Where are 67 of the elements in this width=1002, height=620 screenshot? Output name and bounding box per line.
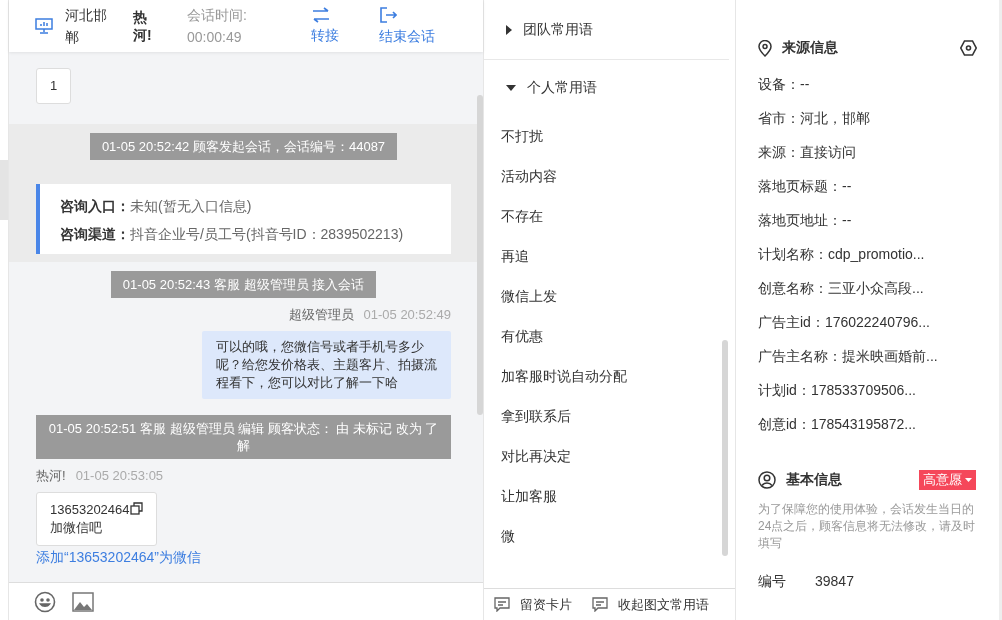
card-value: 抖音企业号/员工号(抖音号ID：2839502213) [130, 226, 404, 242]
info-field: 计划名称：cdp_promotio... [758, 237, 977, 271]
card-value: 未知(暂无入口信息) [130, 198, 252, 214]
info-field: 落地页地址：-- [758, 203, 977, 237]
info-field: 广告主名称：提米映画婚前... [758, 339, 977, 373]
copy-icon[interactable] [129, 502, 143, 515]
info-field: 设备：-- [758, 67, 977, 101]
field-label: 编号 [758, 572, 787, 591]
customer-name: 热河! [133, 8, 153, 44]
info-field: 创意id：178543195872... [758, 407, 977, 441]
scrollbar[interactable] [722, 340, 728, 556]
phrase-item[interactable]: 对比再决定 [484, 436, 729, 476]
phrase-item[interactable]: 再追 [484, 236, 729, 276]
duration-label: 会话时间: [187, 6, 248, 25]
section-title: 基本信息 [786, 471, 842, 489]
info-field: 省市：河北，邯郸 [758, 101, 977, 135]
info-field: 广告主id：176022240796... [758, 305, 977, 339]
notice-text: 为了保障您的使用体验，会话发生当日的24点之后，顾客信息将无法修改，请及时填写 [758, 501, 977, 552]
message-bubble: 可以的哦，您微信号或者手机号多少呢？给您发价格表、主题客片、拍摄流程看下，您可以对比了解一下哈 [202, 331, 451, 399]
intent-tag-dropdown[interactable]: 高意愿 [919, 470, 976, 490]
scrollbar[interactable] [477, 95, 483, 415]
footer-button[interactable]: 留资卡片 [494, 595, 572, 614]
message-time: 01-05 20:53:05 [75, 467, 164, 485]
phrase-item[interactable]: 微 [484, 516, 729, 556]
phrase-item[interactable]: 拿到联系后 [484, 396, 729, 436]
add-wechat-link[interactable]: 添加“13653202464”为微信 [36, 549, 201, 567]
footer-button[interactable]: 收起图文常用语 [592, 595, 709, 614]
message-time: 01-05 20:52:49 [363, 306, 451, 324]
location-pin-icon [758, 39, 772, 57]
caret-down-icon [965, 478, 972, 482]
phrase-item[interactable]: 活动内容 [484, 156, 729, 196]
info-field: 来源：直接访问 [758, 135, 977, 169]
comment-icon [494, 597, 510, 612]
card-label: 咨询渠道： [60, 226, 130, 242]
image-icon[interactable] [72, 591, 94, 612]
phrase-item[interactable]: 微信上发 [484, 276, 729, 316]
sender-name: 热河! [36, 467, 66, 485]
system-message: 01-05 20:52:42 顾客发起会话，会话编号：44087 [89, 133, 398, 160]
caret-right-icon [506, 24, 512, 35]
phrase-item[interactable]: 有优惠 [484, 316, 729, 356]
customer-location: 河北邯郸 [65, 6, 108, 47]
emoji-icon[interactable] [34, 590, 56, 613]
transfer-button[interactable]: 转接 [311, 7, 339, 45]
end-session-button[interactable]: 结束会话 [379, 6, 435, 46]
monitor-icon [35, 18, 53, 34]
info-field: 创意名称：三亚小众高段... [758, 271, 977, 305]
info-field: 计划id：178533709506... [758, 373, 977, 407]
system-message: 01-05 20:52:43 客服 超级管理员 接入会话 [110, 271, 377, 298]
field-value: 39847 [815, 572, 854, 591]
settings-icon[interactable] [960, 40, 977, 56]
comment-icon [592, 597, 608, 612]
phrase-item[interactable]: 加客服时说自动分配 [484, 356, 729, 396]
sender-name: 超级管理员 [288, 306, 354, 324]
transfer-icon [311, 7, 331, 23]
duration-value: 00:00:49 [187, 28, 243, 47]
phrase-item[interactable]: 不打扰 [484, 116, 729, 156]
system-message: 01-05 20:52:51 客服 超级管理员 编辑 顾客状态： 由 未标记 改为 了解 [36, 415, 451, 459]
phrase-item[interactable]: 让加客服 [484, 476, 729, 516]
phrase-item[interactable]: 不存在 [484, 196, 729, 236]
message-bubble: 13653202464 加微信吧 [36, 492, 157, 546]
message-bubble: 1 [36, 68, 72, 104]
caret-down-icon [506, 85, 516, 91]
info-field: 落地页标题：-- [758, 169, 977, 203]
section-title: 来源信息 [782, 39, 838, 57]
card-label: 咨询入口： [60, 198, 130, 214]
exit-icon [379, 6, 397, 24]
user-icon [758, 471, 776, 489]
